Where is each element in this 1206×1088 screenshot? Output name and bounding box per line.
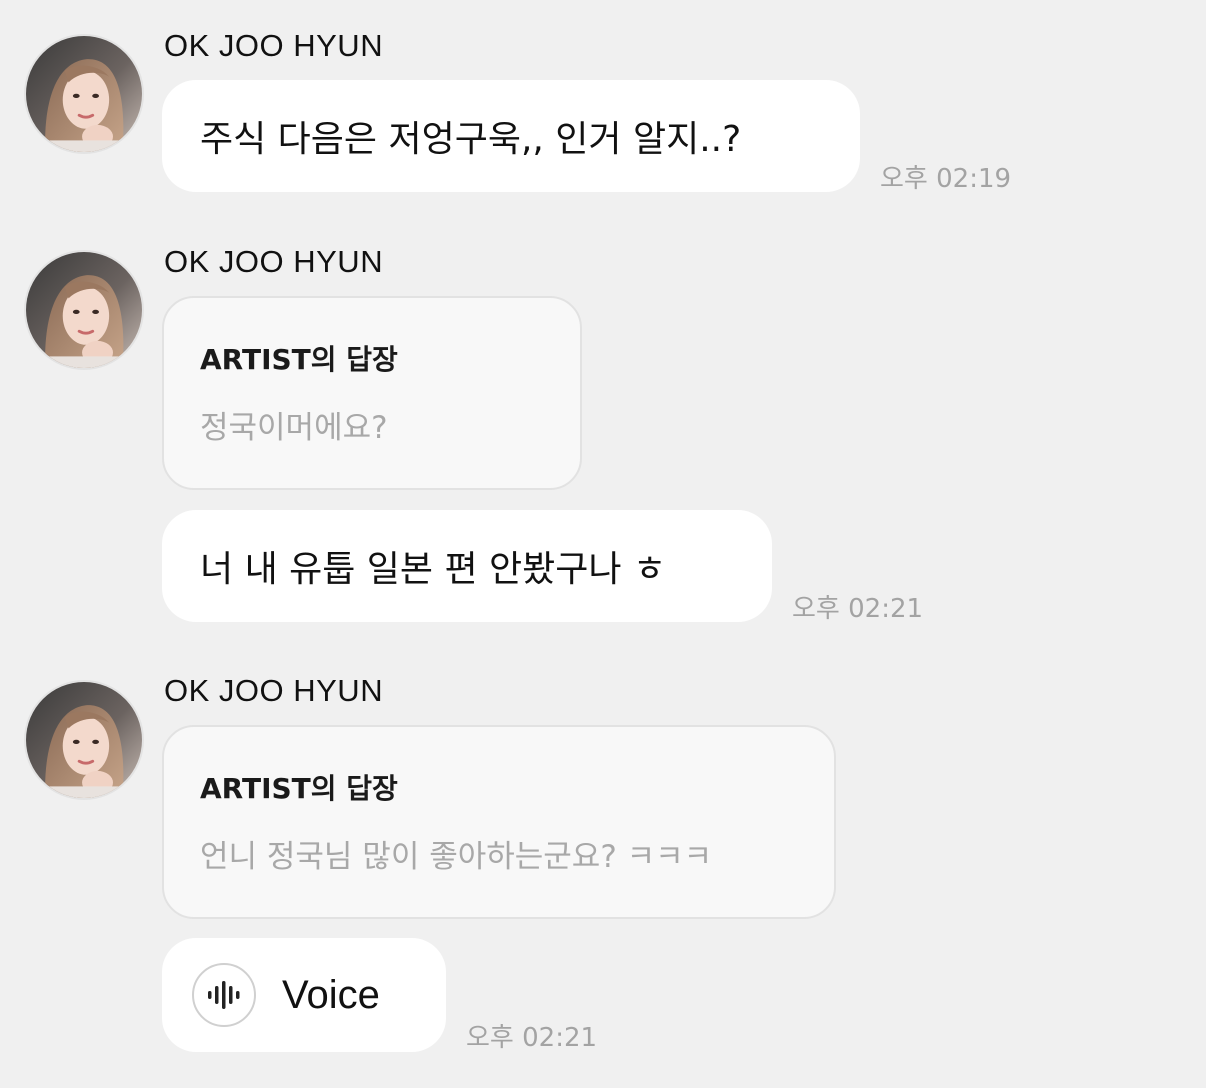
- message-timestamp: 오후 02:19: [880, 164, 1012, 194]
- message-bubble[interactable]: 너 내 유툽 일본 편 안봤구나 ㅎ: [162, 510, 772, 622]
- voice-message-bubble[interactable]: Voice: [162, 938, 446, 1052]
- reply-quote-card[interactable]: ARTIST의 답장 언니 정국님 많이 좋아하는군요? ㅋㅋㅋ: [162, 725, 836, 919]
- sender-name: OK JOO HYUN: [164, 244, 384, 279]
- sender-name: OK JOO HYUN: [164, 28, 384, 63]
- sound-wave-icon[interactable]: [192, 963, 256, 1027]
- message-bubble[interactable]: 주식 다음은 저엉구욱,, 인거 알지..?: [162, 80, 860, 192]
- sender-name: OK JOO HYUN: [164, 673, 384, 708]
- reply-quote-text: 언니 정국님 많이 좋아하는군요? ㅋㅋㅋ: [200, 839, 713, 875]
- profile-photo-icon: [26, 36, 142, 152]
- reply-quote-card[interactable]: ARTIST의 답장 정국이머에요?: [162, 296, 582, 490]
- sender-avatar[interactable]: [24, 34, 144, 154]
- reply-quote-text: 정국이머에요?: [200, 410, 388, 446]
- reply-title: ARTIST의 답장: [200, 772, 398, 805]
- message-timestamp: 오후 02:21: [466, 1023, 598, 1053]
- profile-photo-icon: [26, 252, 142, 368]
- voice-label: Voice: [282, 972, 380, 1017]
- message-text: 주식 다음은 저엉구욱,, 인거 알지..?: [200, 119, 742, 160]
- reply-title: ARTIST의 답장: [200, 343, 398, 376]
- message-text: 너 내 유툽 일본 편 안봤구나 ㅎ: [200, 549, 667, 590]
- sender-avatar[interactable]: [24, 680, 144, 800]
- sender-avatar[interactable]: [24, 250, 144, 370]
- message-timestamp: 오후 02:21: [792, 594, 924, 624]
- profile-photo-icon: [26, 682, 142, 798]
